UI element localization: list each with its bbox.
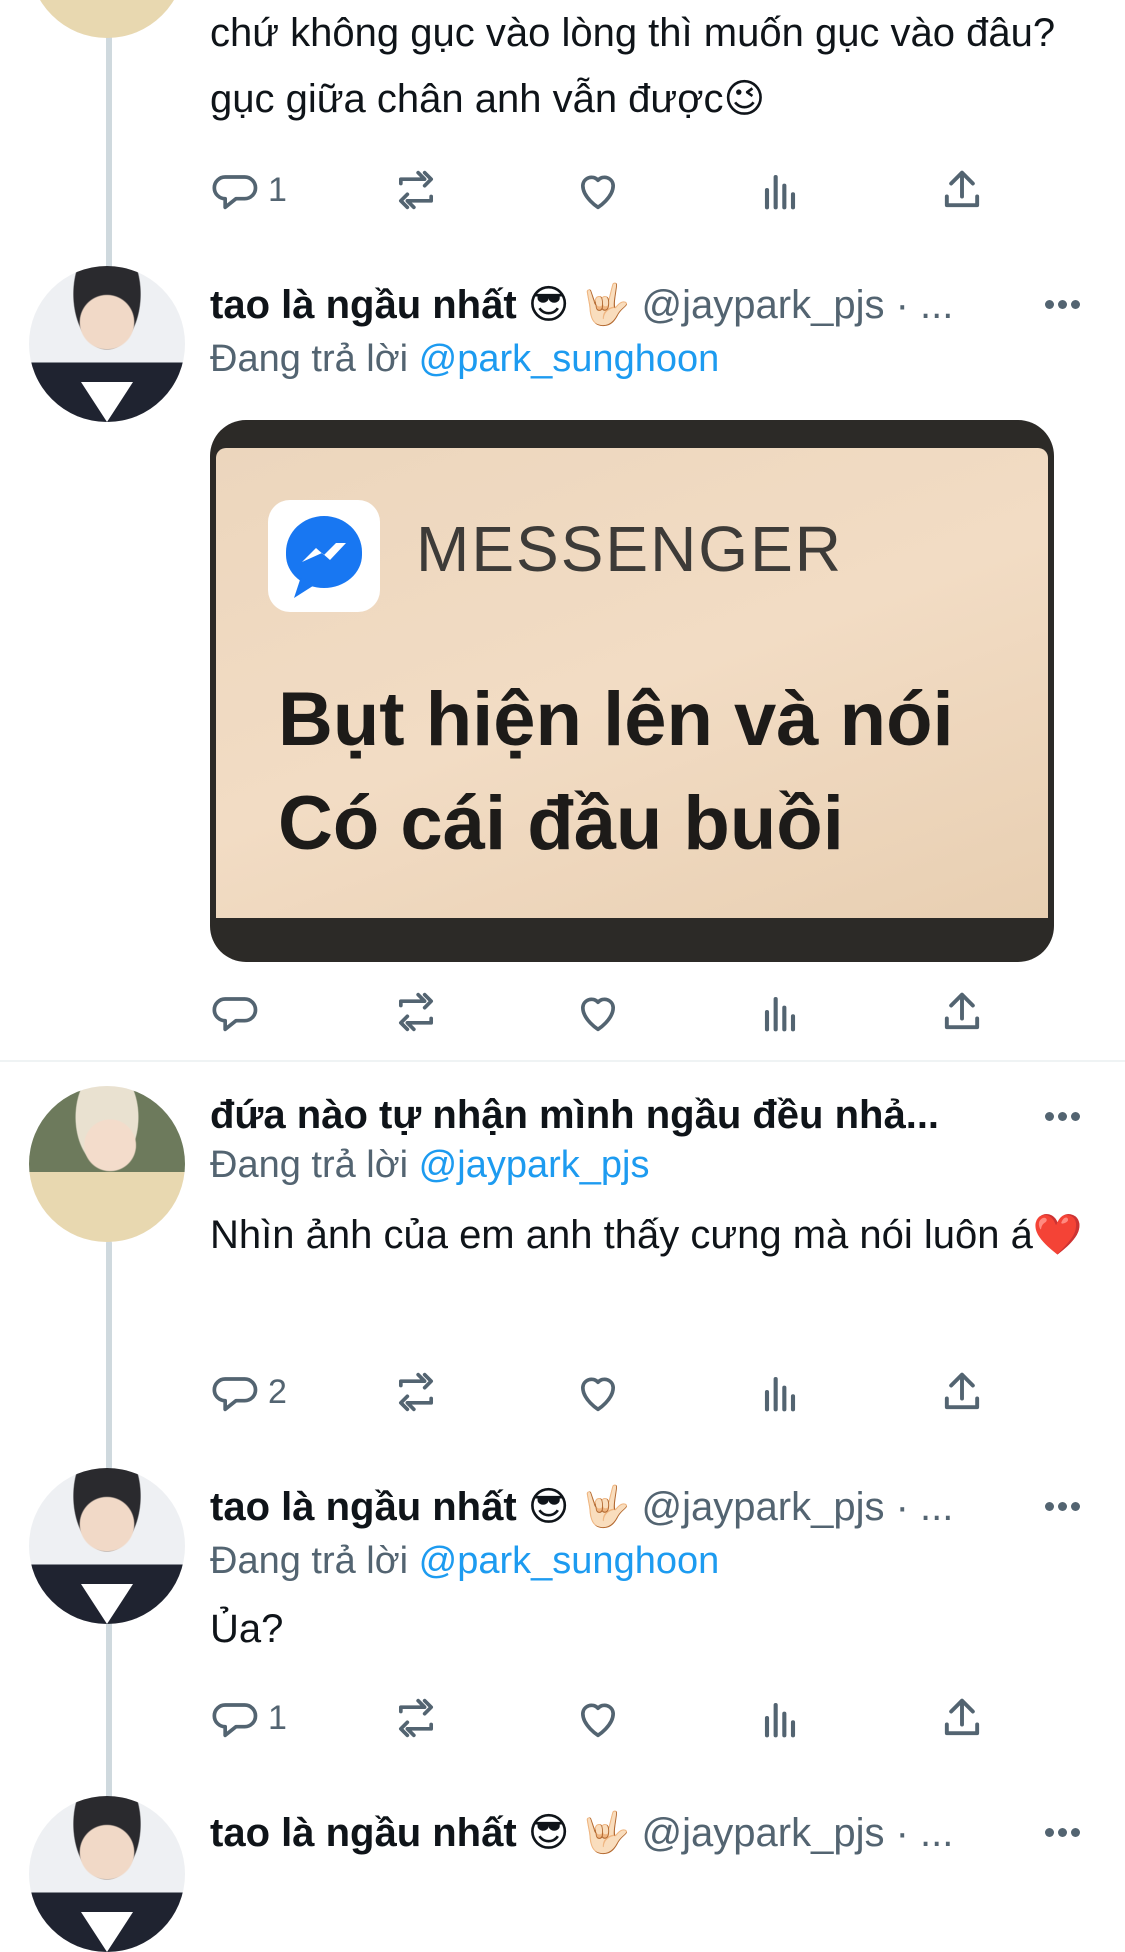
tweet-header: tao là ngầu nhất 😎 🤟🏻 @jaypark_pjs · ... — [210, 1482, 1015, 1532]
retweet-button[interactable] — [390, 162, 442, 218]
mention-link[interactable]: @park_sunghoon — [419, 1540, 720, 1582]
share-button[interactable] — [936, 1690, 988, 1746]
reply-button[interactable]: 1 — [210, 1690, 287, 1746]
avatar[interactable] — [29, 1796, 185, 1952]
share-icon — [944, 1698, 980, 1736]
display-name[interactable]: đứa nào tự nhận mình ngầu đều nhả... — [210, 1093, 939, 1137]
tweet-actions — [210, 984, 1010, 1040]
messenger-notification: MESSENGER Bụt hiện lên và nói Có cái đầu… — [216, 448, 1048, 918]
notification-line-1: Bụt hiện lên và nói — [278, 677, 954, 762]
retweet-icon — [398, 1698, 434, 1738]
like-button[interactable] — [572, 1690, 624, 1746]
retweet-button[interactable] — [390, 1690, 442, 1746]
views-button[interactable] — [754, 1364, 806, 1420]
share-button[interactable] — [936, 1364, 988, 1420]
user-handle[interactable]: @jaypark_pjs · ... — [642, 283, 954, 327]
views-icon — [764, 996, 796, 1032]
retweet-button[interactable] — [390, 1364, 442, 1420]
heart-icon — [580, 1703, 616, 1738]
reply-count: 1 — [268, 1698, 287, 1737]
display-name[interactable]: tao là ngầu nhất 😎 🤟🏻 — [210, 283, 630, 327]
tweet-header: tao là ngầu nhất 😎 🤟🏻 @jaypark_pjs · ... — [210, 280, 1015, 330]
mention-link[interactable]: @jaypark_pjs — [419, 1144, 650, 1186]
avatar[interactable] — [29, 0, 185, 38]
heart-icon — [580, 175, 616, 210]
like-button[interactable] — [572, 162, 624, 218]
views-icon — [764, 1702, 796, 1738]
replying-label: Đang trả lời — [210, 338, 409, 380]
notification-body: Bụt hiện lên và nói Có cái đầu buồi — [278, 668, 954, 876]
replying-to: Đang trả lời @park_sunghoon — [210, 334, 719, 384]
like-button[interactable] — [572, 1364, 624, 1420]
notification-app-name: MESSENGER — [416, 513, 843, 585]
more-options-icon[interactable] — [1045, 296, 1085, 309]
views-button[interactable] — [754, 1690, 806, 1746]
views-icon — [764, 174, 796, 210]
avatar[interactable] — [29, 1086, 185, 1242]
messenger-icon — [268, 500, 380, 612]
more-options-icon[interactable] — [1045, 1108, 1085, 1121]
display-name[interactable]: tao là ngầu nhất 😎 🤟🏻 — [210, 1811, 630, 1855]
tweet-text: Ủa? — [210, 1607, 284, 1651]
avatar[interactable] — [29, 1468, 185, 1624]
tweet-header: tao là ngầu nhất 😎 🤟🏻 @jaypark_pjs · ... — [210, 1808, 1015, 1858]
tweet-image[interactable]: MESSENGER Bụt hiện lên và nói Có cái đầu… — [210, 420, 1054, 962]
more-options-icon[interactable] — [1045, 1824, 1085, 1837]
retweet-icon — [398, 1372, 434, 1412]
tweet-divider — [0, 1060, 1125, 1062]
views-button[interactable] — [754, 162, 806, 218]
avatar[interactable] — [29, 266, 185, 422]
replying-label: Đang trả lời — [210, 1540, 409, 1582]
views-icon — [764, 1376, 796, 1412]
like-button[interactable] — [572, 984, 624, 1040]
thread-line — [106, 1240, 112, 1470]
retweet-icon — [398, 170, 434, 210]
tweet-header: đứa nào tự nhận mình ngầu đều nhả... — [210, 1090, 1015, 1140]
reply-count: 1 — [268, 170, 287, 209]
reply-icon — [212, 1703, 258, 1738]
reply-icon — [212, 175, 258, 210]
user-handle[interactable]: @jaypark_pjs · ... — [642, 1811, 954, 1855]
retweet-button[interactable] — [390, 984, 442, 1040]
tweet-text: chứ không gục vào lòng thì muốn gục vào … — [210, 11, 1056, 121]
reply-icon — [212, 1377, 258, 1412]
mention-link[interactable]: @park_sunghoon — [419, 338, 720, 380]
reply-button[interactable]: 1 — [210, 162, 287, 218]
notification-line-2: Có cái đầu buồi — [278, 781, 844, 866]
thread-line — [106, 0, 112, 270]
more-options-icon[interactable] — [1045, 1498, 1085, 1511]
tweet-actions: 1 — [210, 162, 1010, 218]
reply-icon — [212, 997, 258, 1032]
tweet-text: Nhìn ảnh của em anh thấy cưng mà nói luô… — [210, 1213, 1083, 1257]
display-name[interactable]: tao là ngầu nhất 😎 🤟🏻 — [210, 1485, 630, 1529]
heart-icon — [580, 1377, 616, 1412]
tweet-actions: 2 — [210, 1364, 1010, 1420]
thread-line — [106, 1620, 112, 1800]
tweet-actions: 1 — [210, 1690, 1010, 1746]
reply-count: 2 — [268, 1372, 287, 1411]
reply-button[interactable] — [210, 984, 262, 1040]
heart-icon — [580, 997, 616, 1032]
reply-button[interactable]: 2 — [210, 1364, 287, 1420]
replying-to: Đang trả lời @jaypark_pjs — [210, 1140, 649, 1190]
user-handle[interactable]: @jaypark_pjs · ... — [642, 1485, 954, 1529]
replying-to: Đang trả lời @park_sunghoon — [210, 1536, 719, 1586]
retweet-icon — [398, 992, 434, 1032]
views-button[interactable] — [754, 984, 806, 1040]
share-icon — [944, 992, 980, 1030]
share-icon — [944, 1372, 980, 1410]
share-button[interactable] — [936, 984, 988, 1040]
replying-label: Đang trả lời — [210, 1144, 409, 1186]
share-button[interactable] — [936, 162, 988, 218]
share-icon — [944, 170, 980, 208]
